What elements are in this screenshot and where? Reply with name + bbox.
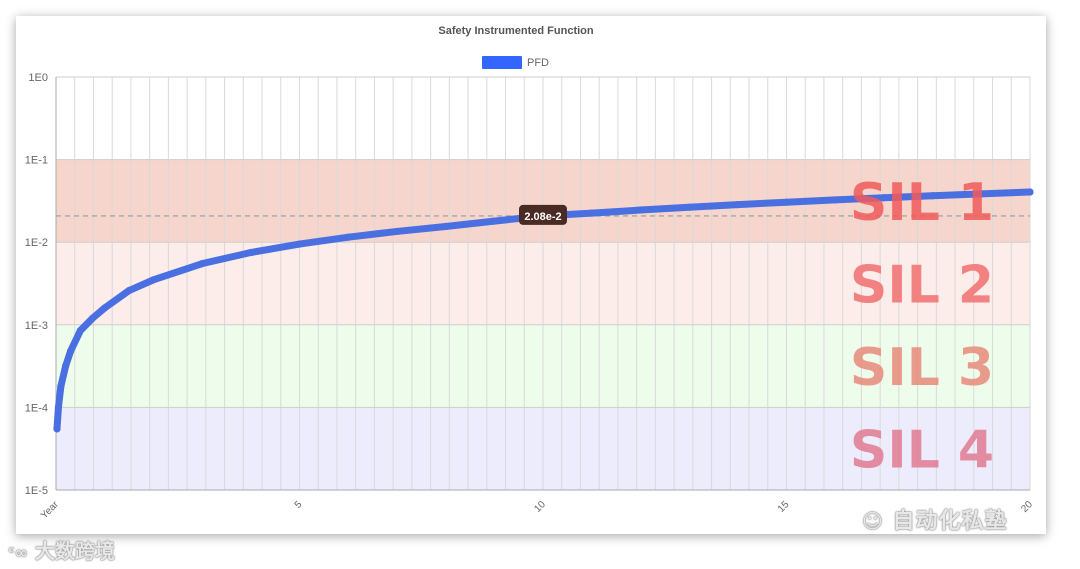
- pfd-point: [67, 347, 75, 355]
- annotation-text: 2.08e-2: [524, 211, 561, 223]
- pfd-point: [198, 260, 206, 268]
- pfd-point: [490, 217, 498, 225]
- x-tick-label: 5: [293, 499, 305, 511]
- y-tick-label: 1E-3: [25, 320, 48, 332]
- watermark-right: ☺ 自动化私塾: [862, 503, 1008, 535]
- pfd-point: [636, 206, 645, 214]
- pfd-point: [831, 196, 839, 204]
- legend-label: PFD: [527, 57, 549, 69]
- pfd-point: [88, 314, 97, 322]
- pfd-point: [62, 362, 70, 370]
- pfd-point: [782, 198, 791, 206]
- pfd-point: [685, 203, 693, 211]
- x-tick-label: Year: [39, 499, 62, 522]
- pfd-point: [442, 222, 450, 231]
- value-annotation: 2.08e-2: [519, 204, 567, 225]
- chart-title: Safety Instrumented Function: [438, 25, 594, 37]
- y-tick-label: 1E-2: [25, 237, 48, 249]
- y-tick-label: 1E0: [28, 72, 48, 84]
- watermark-left-text: 大数跨境: [34, 539, 115, 563]
- sil-band-label: SIL 2: [850, 256, 994, 316]
- legend[interactable]: PFD: [482, 56, 549, 69]
- pfd-point: [588, 209, 596, 217]
- sil-band-label: SIL 3: [850, 338, 994, 398]
- watermark-right-text: 自动化私塾: [892, 509, 1008, 534]
- pfd-point: [57, 382, 65, 390]
- pfd-point: [125, 286, 133, 295]
- pfd-point: [1026, 188, 1034, 196]
- pfd-log-chart: 1E0 1E-1 1E-2 1E-3 1E-4 1E-5 Year 5 10 15 20 SIL 1…: [25, 25, 1036, 522]
- legend-swatch: [482, 56, 522, 69]
- pfd-point: [295, 240, 304, 248]
- pfd-point: [76, 327, 84, 335]
- watermark-logo-icon: ᶜ∞: [8, 543, 28, 562]
- watermark-left: ᶜ∞ 大数跨境: [8, 535, 115, 564]
- pfd-point: [734, 201, 742, 209]
- y-tick-label: 1E-4: [25, 402, 48, 414]
- x-tick-label: 15: [776, 499, 792, 515]
- sil-band-label: SIL 1: [850, 173, 994, 233]
- pfd-point: [101, 304, 109, 312]
- x-tick-label: 10: [532, 499, 548, 515]
- sil-band-label: SIL 4: [850, 421, 994, 481]
- pfd-point: [54, 403, 63, 411]
- y-tick-label: 1E-1: [25, 155, 48, 167]
- pfd-point: [344, 233, 352, 241]
- y-tick-label: 1E-5: [25, 485, 48, 497]
- pfd-point: [53, 425, 61, 433]
- x-tick-label: 20: [1019, 499, 1035, 515]
- wechat-icon: ☺: [862, 509, 884, 533]
- pfd-point: [393, 227, 401, 236]
- pfd-point: [247, 248, 255, 257]
- pfd-point: [149, 276, 157, 284]
